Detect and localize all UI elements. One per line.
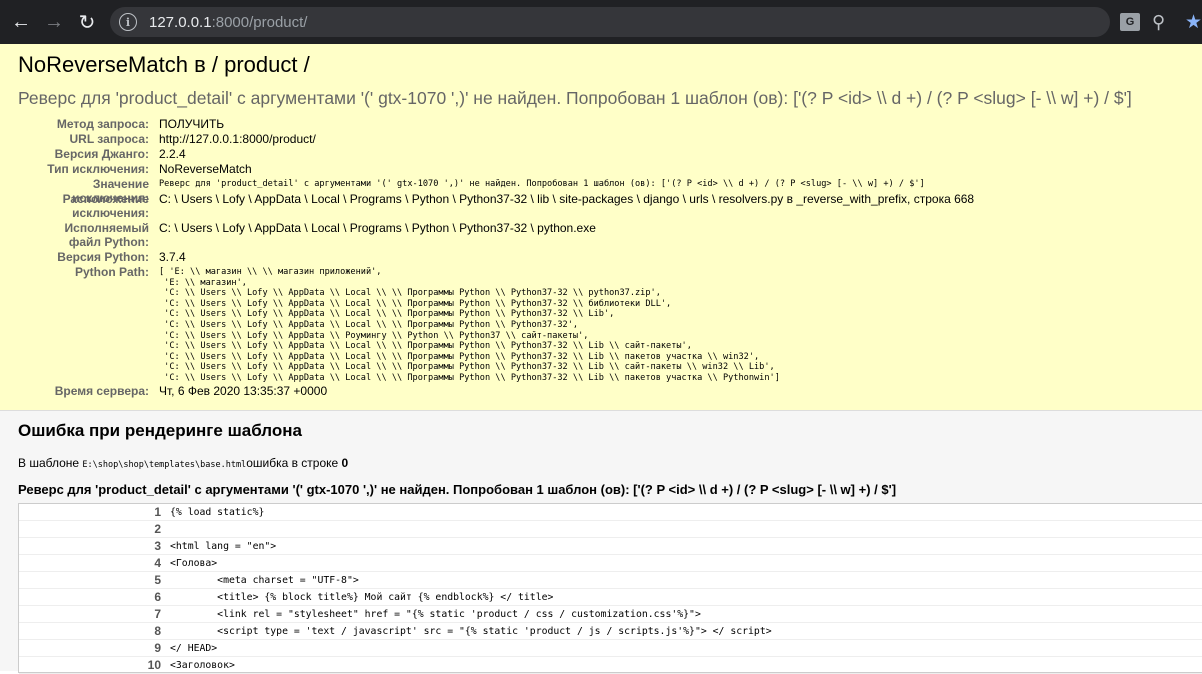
line-number: 8	[19, 622, 170, 640]
line-code: </ HEAD>	[170, 639, 1202, 657]
template-location: В шаблоне E:\shop\shop\templates\base.ht…	[18, 456, 348, 470]
meta-value: 3.7.4	[159, 250, 186, 264]
back-arrow-icon[interactable]: ←	[6, 7, 36, 37]
source-line: 8 <script type = 'text / javascript' src…	[19, 622, 1202, 640]
bookmark-star-icon[interactable]: ★	[1185, 10, 1202, 34]
meta-row: Версия Python: 3.7.4	[0, 250, 1202, 265]
source-line: 5 <meta charset = "UTF-8">	[19, 571, 1202, 589]
site-info-icon[interactable]: i	[119, 13, 137, 31]
meta-key: Тип исключения:	[47, 162, 149, 176]
line-code: <script type = 'text / javascript' src =…	[170, 622, 1202, 640]
line-number: 2	[19, 520, 170, 538]
meta-key: Исполняемый файл Python:	[64, 221, 149, 249]
template-source: 1 {% load static%} 2 3 <html lang = "en"> …	[18, 503, 1202, 674]
line-code	[170, 520, 1202, 538]
url-text[interactable]: 127.0.0.1:8000/product/	[149, 14, 307, 31]
meta-value: C: \ Users \ Lofy \ AppData \ Local \ Pr…	[159, 192, 975, 206]
line-number: 6	[19, 588, 170, 606]
meta-value: C: \ Users \ Lofy \ AppData \ Local \ Pr…	[159, 221, 596, 235]
reload-icon[interactable]: ↻	[72, 7, 102, 37]
translate-icon[interactable]: G	[1120, 13, 1140, 31]
forward-arrow-icon[interactable]: →	[39, 7, 69, 37]
meta-value: Чт, 6 Фев 2020 13:35:37 +0000	[159, 384, 328, 398]
template-location-prefix: В шаблоне	[18, 456, 83, 470]
template-error-message: Реверс для 'product_detail' с аргументам…	[18, 482, 897, 497]
meta-key: Версия Джанго:	[54, 147, 149, 161]
line-code: <link rel = "stylesheet" href = "{% stat…	[170, 605, 1202, 623]
meta-key: Расположение исключения:	[62, 192, 149, 220]
meta-row: Расположение исключения: C: \ Users \ Lo…	[0, 192, 1202, 221]
address-bar[interactable]: i 127.0.0.1:8000/product/	[110, 7, 1110, 37]
line-code: {% load static%}	[170, 504, 1202, 521]
source-line: 1 {% load static%}	[19, 504, 1202, 521]
meta-value: Реверс для 'product_detail' с аргументам…	[159, 179, 925, 189]
meta-key: Время сервера:	[54, 384, 149, 398]
meta-value: 2.2.4	[159, 147, 186, 161]
meta-key: URL запроса:	[69, 132, 150, 146]
source-line: 9 </ HEAD>	[19, 639, 1202, 657]
meta-key: Версия Python:	[57, 250, 149, 264]
zoom-icon[interactable]: ⚲	[1152, 10, 1165, 34]
source-line: 3 <html lang = "en">	[19, 537, 1202, 555]
meta-key: Python Path:	[75, 265, 149, 279]
template-location-suffix: ошибка в строке	[246, 456, 342, 470]
meta-key: Метод запроса:	[56, 117, 149, 131]
source-line: 4 <Голова>	[19, 554, 1202, 572]
line-number: 4	[19, 554, 170, 572]
meta-value: ПОЛУЧИТЬ	[159, 117, 225, 131]
template-line-number: 0	[341, 456, 349, 470]
line-code: <title> {% block title%} Мой сайт {% end…	[170, 588, 1202, 606]
meta-key: Значение исключения:	[72, 177, 149, 205]
meta-row: URL запроса: http://127.0.0.1:8000/produ…	[0, 132, 1202, 147]
template-path: E:\shop\shop\templates\base.html	[82, 460, 247, 470]
template-error-heading: Ошибка при рендеринге шаблона	[18, 421, 302, 440]
line-code: <meta charset = "UTF-8">	[170, 571, 1202, 589]
meta-row: Тип исключения: NoReverseMatch	[0, 162, 1202, 177]
line-code: <Голова>	[170, 554, 1202, 572]
line-number: 7	[19, 605, 170, 623]
meta-row: Python Path: [ 'E: \\ магазин \\ \\ мага…	[0, 265, 1202, 384]
source-line: 6 <title> {% block title%} Мой сайт {% e…	[19, 588, 1202, 606]
meta-value: NoReverseMatch	[159, 162, 252, 176]
source-line: 7 <link rel = "stylesheet" href = "{% st…	[19, 605, 1202, 623]
error-subtitle: Реверс для 'product_detail' с аргументам…	[18, 88, 1132, 108]
request-meta-table: Метод запроса: ПОЛУЧИТЬ URL запроса: htt…	[0, 117, 1202, 399]
meta-row: Метод запроса: ПОЛУЧИТЬ	[0, 117, 1202, 132]
line-number: 9	[19, 639, 170, 657]
line-number: 3	[19, 537, 170, 555]
meta-value: http://127.0.0.1:8000/product/	[159, 132, 316, 146]
meta-row: Значение исключения: Реверс для 'product…	[0, 177, 1202, 205]
browser-toolbar: ← → ↻ i 127.0.0.1:8000/product/ G ⚲ ★	[0, 0, 1202, 44]
page-title: NoReverseMatch в / product /	[18, 52, 310, 77]
line-number: 1	[19, 504, 170, 521]
meta-row: Исполняемый файл Python: C: \ Users \ Lo…	[0, 221, 1202, 250]
python-path-value: [ 'E: \\ магазин \\ \\ магазин приложени…	[159, 267, 780, 383]
line-code: <html lang = "en">	[170, 537, 1202, 555]
meta-row: Версия Джанго: 2.2.4	[0, 147, 1202, 162]
line-number: 5	[19, 571, 170, 589]
meta-row: Время сервера: Чт, 6 Фев 2020 13:35:37 +…	[0, 384, 1202, 399]
source-line: 2	[19, 520, 1202, 538]
error-summary: NoReverseMatch в / product / Реверс для …	[0, 44, 1202, 411]
template-error-section: Ошибка при рендеринге шаблона В шаблоне …	[0, 411, 1202, 674]
